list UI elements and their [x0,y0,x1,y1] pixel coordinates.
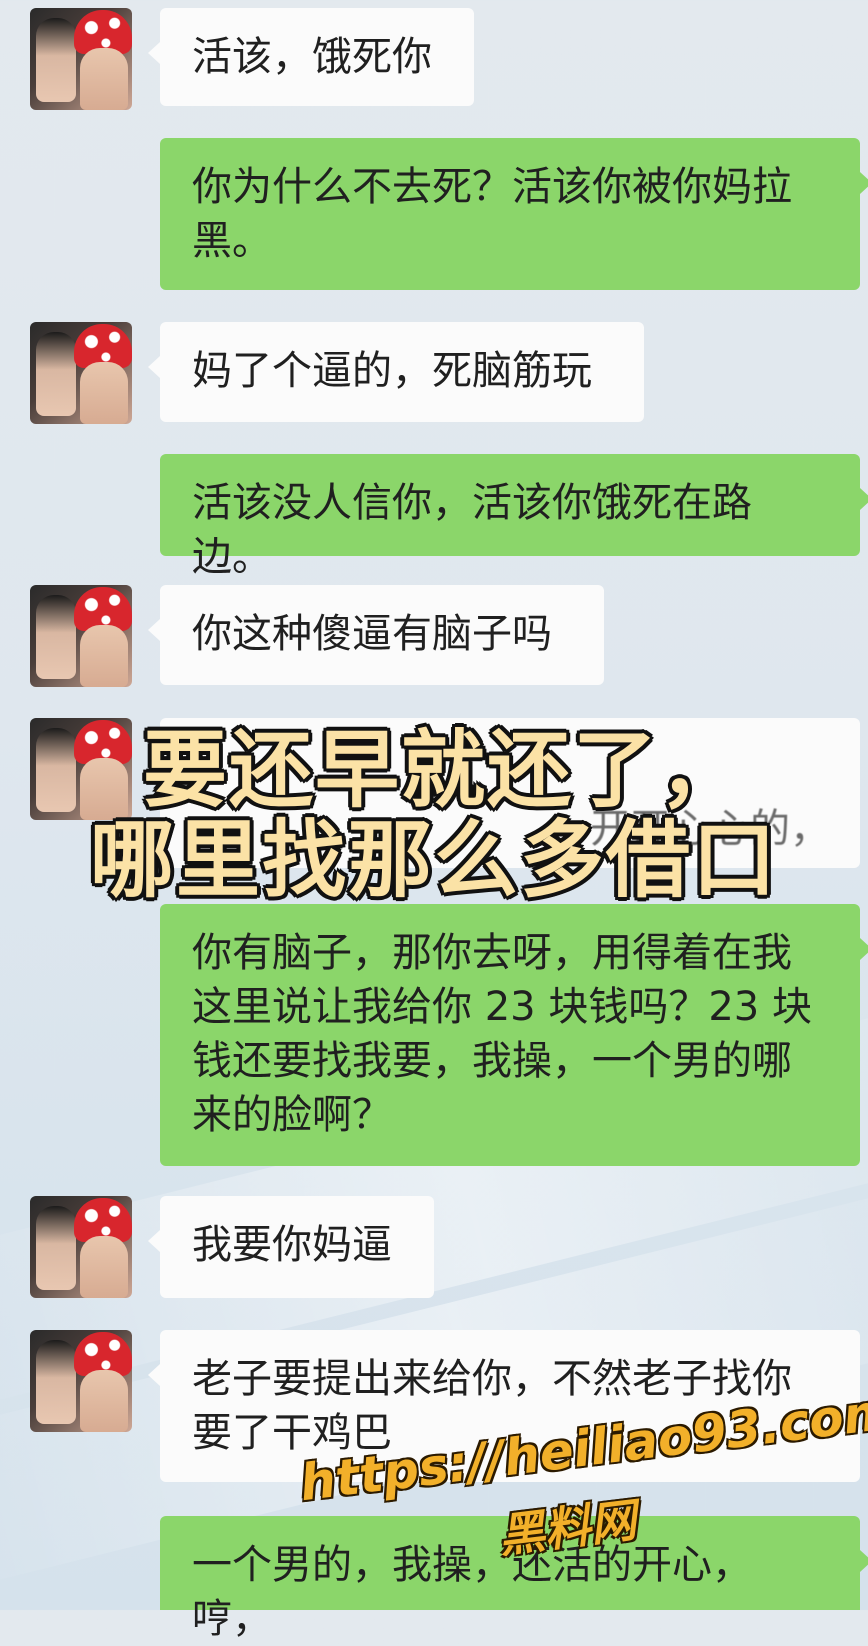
avatar[interactable] [30,8,132,110]
avatar[interactable] [30,1330,132,1432]
avatar[interactable] [30,1196,132,1298]
avatar-photo-person [36,18,76,102]
avatar-photo-person [36,595,76,679]
message-bubble-outgoing[interactable]: 你有脑子，那你去呀，用得着在我 这里说让我给你 23 块钱吗？23 块 钱还要找… [160,904,868,1166]
message-bubble-incoming[interactable]: 你这种傻逼有脑子吗 [148,585,604,685]
avatar-photo-person [36,1340,76,1424]
avatar-photo-person [36,1206,76,1290]
message-bubble-outgoing[interactable]: 你为什么不去死？活该你被你妈拉 黑。 [160,138,868,290]
avatar[interactable] [30,585,132,687]
avatar-photo-person [36,332,76,416]
avatar[interactable] [30,322,132,424]
avatar-photo-person [80,48,128,110]
message-bubble-incoming[interactable]: 活该，饿死你 [148,8,474,106]
avatar-photo-person [80,362,128,424]
overlay-caption-line-1: 要还早就还了， [142,721,745,819]
message-bubble-incoming[interactable]: 妈了个逼的，死脑筋玩 [148,322,644,422]
overlay-caption-line-2: 哪里找那么多借口 [89,811,778,909]
message-bubble-incoming[interactable]: 我要你妈逼 [148,1196,434,1298]
avatar-photo-person [80,1236,128,1298]
avatar-photo-person [80,1370,128,1432]
avatar-photo-person [80,625,128,687]
message-bubble-outgoing[interactable]: 活该没人信你，活该你饿死在路边。 [160,454,868,580]
